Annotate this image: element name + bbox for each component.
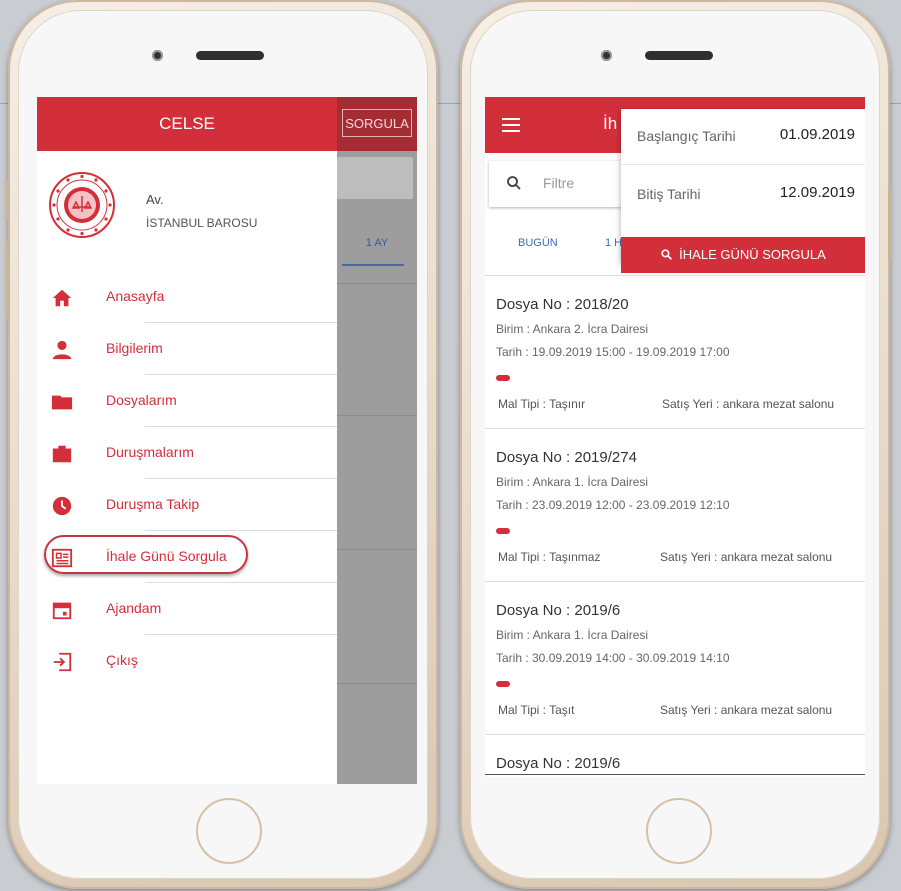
menu-item-anasayfa[interactable]: Anasayfa: [37, 271, 337, 323]
end-date-value[interactable]: 12.09.2019: [780, 184, 855, 201]
record-tarih: Tarih : 19.09.2019 15:00 - 19.09.2019 17…: [496, 345, 730, 359]
record-satis-yeri: Satış Yeri : ankara mezat salonu: [660, 703, 833, 717]
start-date-label: Başlangıç Tarihi: [637, 128, 736, 144]
record-mal-tipi: Mal Tipi : Taşınmaz: [498, 550, 601, 564]
record-status-pill: [496, 528, 510, 534]
record-list: Dosya No : 2018/20 Birim : Ankara 2. İcr…: [485, 276, 865, 777]
sorgula-button: SORGULA: [342, 109, 412, 137]
menu-item-label: Ajandam: [106, 600, 162, 616]
search-icon: [661, 249, 673, 260]
record-tarih: Tarih : 30.09.2019 14:00 - 30.09.2019 14…: [496, 651, 730, 665]
phone-right-camera: [601, 50, 612, 61]
highlight-circle: [44, 535, 248, 574]
phone-left-side-button: [6, 240, 10, 320]
record-mal-tipi: Mal Tipi : Taşınır: [498, 397, 586, 411]
left-screen: SORGULA 1 AY CELSE Av. İSTANBUL BAROSU A…: [37, 97, 417, 784]
phone-left-home-button[interactable]: [196, 798, 262, 864]
ihale-gunu-sorgula-button[interactable]: İHALE GÜNÜ SORGULA: [621, 237, 865, 273]
search-icon: [507, 176, 521, 190]
end-date-row[interactable]: Bitiş Tarihi 12.09.2019: [621, 167, 865, 223]
profile-section: Av. İSTANBUL BAROSU: [37, 151, 337, 271]
dimmed-separator: [337, 415, 417, 416]
start-date-row[interactable]: Başlangıç Tarihi 01.09.2019: [621, 109, 865, 165]
dimmed-separator: [337, 549, 417, 550]
record-dosya-no: Dosya No : 2019/6: [496, 755, 621, 772]
bottom-divider: [485, 774, 865, 775]
calendar-icon: [52, 602, 72, 620]
bar-association-seal-icon: [49, 172, 115, 238]
folder-icon: [51, 395, 73, 410]
phone-right-home-button[interactable]: [646, 798, 712, 864]
button-label: İHALE GÜNÜ SORGULA: [679, 247, 826, 262]
profile-organization: İSTANBUL BAROSU: [146, 216, 258, 230]
menu-item-label: Bilgilerim: [106, 340, 163, 356]
record-satis-yeri: Satış Yeri : ankara mezat salonu: [660, 550, 833, 564]
date-query-popup: Başlangıç Tarihi 01.09.2019 Bitiş Tarihi…: [621, 109, 865, 273]
dimmed-tab-1-ay: 1 AY: [365, 237, 389, 249]
record-dosya-no: Dosya No : 2019/274: [496, 449, 637, 466]
record-tarih: Tarih : 23.09.2019 12:00 - 23.09.2019 12…: [496, 498, 730, 512]
dimmed-tab-indicator: [342, 264, 404, 266]
menu-item-ajandam[interactable]: Ajandam: [37, 583, 337, 635]
dimmed-separator: [337, 283, 417, 284]
phone-right-side-button: [888, 190, 892, 260]
record-dosya-no: Dosya No : 2018/20: [496, 296, 629, 313]
clock-icon: [52, 496, 72, 516]
phone-left-speaker: [196, 51, 264, 60]
phone-right-speaker: [645, 51, 713, 60]
phone-left-side-button: [6, 180, 10, 220]
tab-bugun[interactable]: BUGÜN: [518, 237, 558, 249]
record-status-pill: [496, 681, 510, 687]
drawer-menu: Anasayfa Bilgilerim Dosyalarım Duruşmala…: [37, 271, 337, 687]
end-date-label: Bitiş Tarihi: [637, 186, 701, 202]
menu-item-label: Çıkış: [106, 652, 138, 668]
menu-item-label: Duruşma Takip: [106, 496, 200, 512]
hamburger-menu-icon[interactable]: [502, 118, 520, 132]
record-dosya-no: Dosya No : 2019/6: [496, 602, 621, 619]
record-birim: Birim : Ankara 1. İcra Dairesi: [496, 628, 649, 642]
exit-icon: [53, 652, 72, 672]
record-birim: Birim : Ankara 2. İcra Dairesi: [496, 322, 649, 336]
record-item[interactable]: Dosya No : 2019/6: [485, 735, 865, 777]
record-item[interactable]: Dosya No : 2019/6 Birim : Ankara 1. İcra…: [485, 582, 865, 735]
record-item[interactable]: Dosya No : 2018/20 Birim : Ankara 2. İcr…: [485, 276, 865, 429]
drawer-title: CELSE: [37, 97, 337, 151]
briefcase-icon: [52, 445, 72, 463]
home-icon: [52, 289, 72, 307]
start-date-value[interactable]: 01.09.2019: [780, 126, 855, 143]
menu-item-label: Dosyalarım: [106, 392, 177, 408]
navigation-drawer: CELSE Av. İSTANBUL BAROSU Anasayfa Bilgi…: [37, 97, 337, 784]
dimmed-content[interactable]: [337, 97, 417, 784]
dimmed-search: [337, 157, 413, 199]
tab-1-hafta[interactable]: 1 H: [605, 237, 622, 249]
person-icon: [52, 340, 72, 360]
menu-item-bilgilerim[interactable]: Bilgilerim: [37, 323, 337, 375]
record-mal-tipi: Mal Tipi : Taşıt: [498, 703, 575, 717]
menu-item-durusmalarim[interactable]: Duruşmalarım: [37, 427, 337, 479]
record-status-pill: [496, 375, 510, 381]
page-title: İh: [603, 114, 618, 133]
right-screen: İh Filtre BUGÜN 1 H Dosya No : 2018/20 B…: [485, 97, 865, 777]
popup-separator: [621, 164, 865, 165]
phone-left-camera: [152, 50, 163, 61]
dimmed-separator: [337, 683, 417, 684]
record-birim: Birim : Ankara 1. İcra Dairesi: [496, 475, 649, 489]
menu-item-durusma-takip[interactable]: Duruşma Takip: [37, 479, 337, 531]
filter-placeholder: Filtre: [543, 175, 575, 191]
record-item[interactable]: Dosya No : 2019/274 Birim : Ankara 1. İc…: [485, 429, 865, 582]
menu-item-label: Duruşmalarım: [106, 444, 194, 460]
menu-item-dosyalarim[interactable]: Dosyalarım: [37, 375, 337, 427]
menu-item-cikis[interactable]: Çıkış: [37, 635, 337, 687]
profile-name: Av.: [146, 192, 164, 207]
menu-item-label: Anasayfa: [106, 288, 165, 304]
record-satis-yeri: Satış Yeri : ankara mezat salonu: [662, 397, 835, 411]
